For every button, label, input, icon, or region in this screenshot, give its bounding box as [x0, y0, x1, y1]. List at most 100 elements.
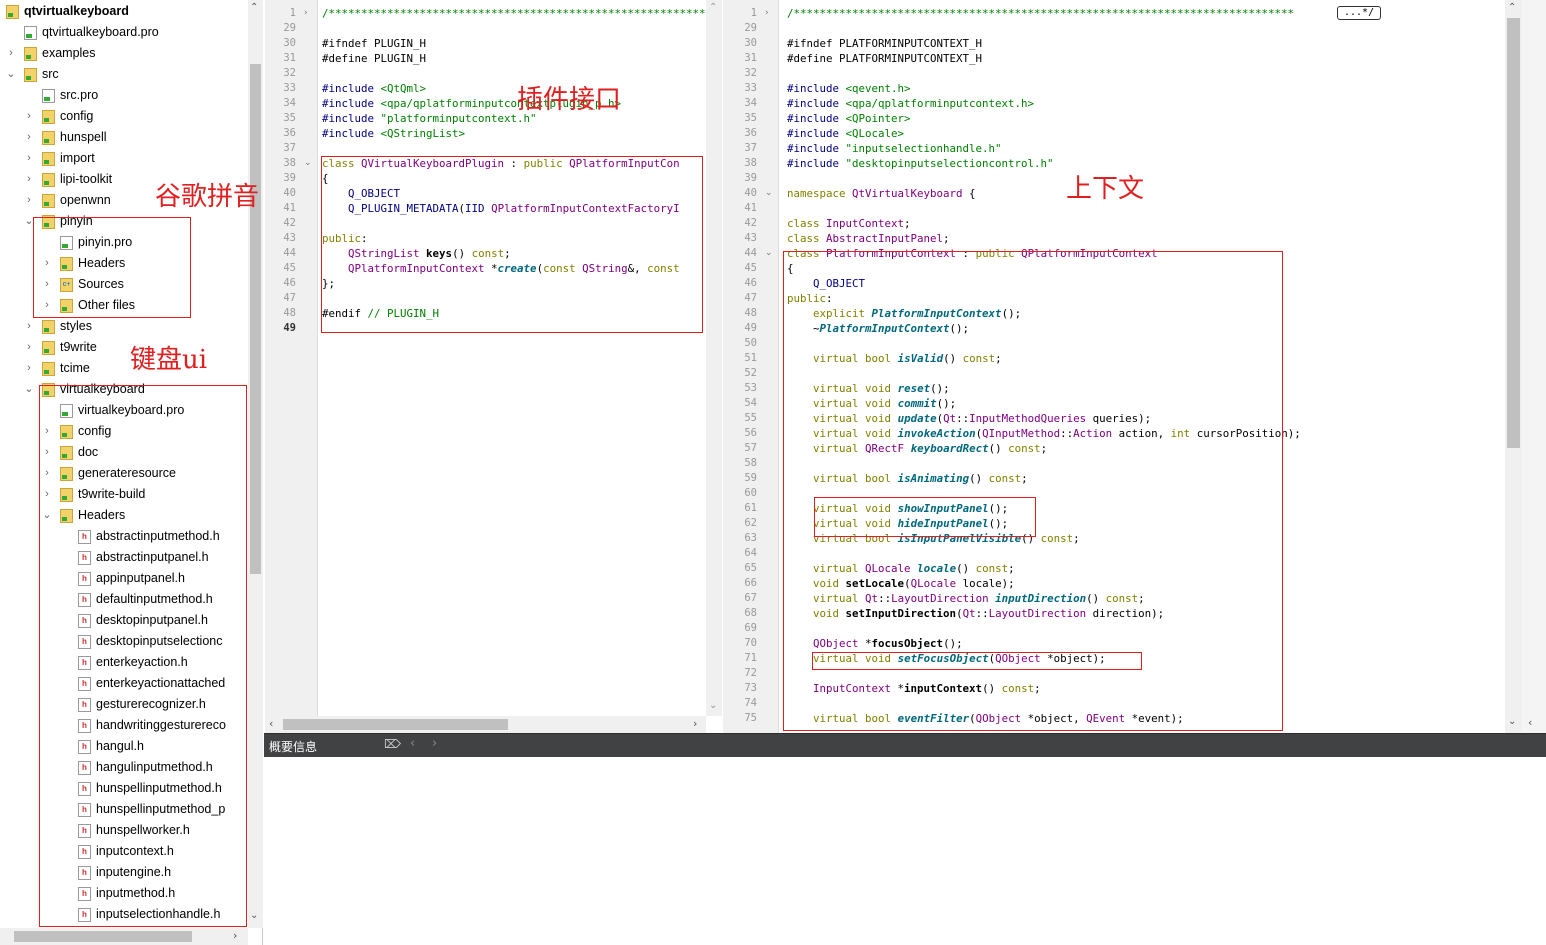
tree-item-label: tcime: [60, 361, 90, 375]
chevron-right-icon[interactable]: ›: [23, 127, 35, 148]
line-number: 68: [744, 607, 757, 619]
output-panel-toolbar: 概要信息 ⌦ ‹ ›: [264, 733, 1546, 757]
line-number: 31: [283, 52, 296, 64]
editor2-scroll-thumb[interactable]: [1507, 18, 1520, 448]
scroll-up-icon[interactable]: ⌃: [1508, 2, 1516, 13]
code-line[interactable]: #define PLATFORMINPUTCONTEXT_H: [787, 51, 982, 66]
line-number: 33: [744, 82, 757, 94]
code-line[interactable]: #include <QLocale>: [787, 126, 904, 141]
line-number: 43: [744, 232, 757, 244]
code-line[interactable]: #ifndef PLATFORMINPUTCONTEXT_H: [787, 36, 982, 51]
scroll-down-icon[interactable]: ⌄: [1508, 716, 1516, 727]
code-line[interactable]: #include <QtQml>: [322, 81, 426, 96]
tree-item-label: t9write: [60, 340, 97, 354]
line-number: 75: [744, 712, 757, 724]
fold-expanded-icon[interactable]: ⌄: [765, 186, 773, 201]
tree-item[interactable]: qtvirtualkeyboard.pro: [0, 22, 248, 43]
tree-horizontal-scrollbar[interactable]: ›: [0, 928, 248, 945]
folded-comment-marker[interactable]: ...*/: [1337, 6, 1382, 20]
chevron-right-icon[interactable]: ›: [23, 148, 35, 169]
code-line[interactable]: #include <QStringList>: [322, 126, 465, 141]
tree-item[interactable]: › examples: [0, 43, 248, 64]
fold-expanded-icon[interactable]: ⌄: [304, 156, 312, 171]
editor2-vertical-scrollbar[interactable]: ⌃ ⌄: [1505, 0, 1522, 733]
chevron-down-icon[interactable]: ⌄: [5, 64, 17, 85]
chevron-down-icon[interactable]: ⌄: [23, 379, 35, 400]
code-line[interactable]: #include "platforminputcontext.h": [322, 111, 537, 126]
tree-item[interactable]: ⌄ src: [0, 64, 248, 85]
scroll-left-icon[interactable]: ‹: [1528, 716, 1532, 729]
editor1-horizontal-scrollbar[interactable]: ‹ ›: [265, 716, 706, 733]
code-line[interactable]: #ifndef PLUGIN_H: [322, 36, 426, 51]
tree-item[interactable]: › tcime: [0, 358, 248, 379]
code-line[interactable]: #include "desktopinputselectioncontrol.h…: [787, 156, 1054, 171]
annotation-context: 上下文: [1066, 174, 1145, 204]
code-line[interactable]: class InputContext;: [787, 216, 911, 231]
code-line[interactable]: #define PLUGIN_H: [322, 51, 426, 66]
chevron-right-icon[interactable]: ›: [23, 316, 35, 337]
output-panel-title[interactable]: 概要信息: [269, 738, 317, 755]
code-line[interactable]: #include <QPointer>: [787, 111, 911, 126]
chevron-right-icon[interactable]: ›: [23, 106, 35, 127]
scroll-right-icon[interactable]: ›: [693, 717, 697, 730]
line-number: 44: [744, 247, 757, 259]
tree-scroll-thumb[interactable]: [250, 64, 261, 574]
editor-plugin-h[interactable]: 1 › /*************************************…: [265, 0, 706, 733]
scroll-up-icon[interactable]: ⌃: [709, 2, 717, 13]
tree-item[interactable]: › styles: [0, 316, 248, 337]
chevron-right-icon[interactable]: ›: [5, 43, 17, 64]
tree-item[interactable]: qtvirtualkeyboard: [0, 1, 248, 22]
line-number: 39: [744, 172, 757, 184]
editor1-vertical-scrollbar[interactable]: ⌃ ⌄: [706, 0, 722, 716]
right-side-strip: ‹: [1522, 0, 1546, 733]
prev-icon[interactable]: ‹: [410, 736, 415, 751]
clear-icon[interactable]: ⌦: [384, 737, 401, 751]
scroll-down-icon[interactable]: ⌄: [709, 700, 717, 711]
tree-vertical-scrollbar[interactable]: ⌃ ⌄: [248, 0, 263, 928]
folder-icon: [42, 152, 55, 166]
chevron-right-icon[interactable]: ›: [23, 337, 35, 358]
scroll-left-icon[interactable]: ‹: [269, 717, 273, 730]
tree-item[interactable]: › t9write: [0, 337, 248, 358]
code-line[interactable]: /***************************************…: [322, 6, 706, 21]
tree-hscroll-thumb[interactable]: [14, 931, 192, 942]
line-number: 34: [283, 97, 296, 109]
fold-expanded-icon[interactable]: ⌄: [765, 246, 773, 261]
code-line[interactable]: #include "inputselectionhandle.h": [787, 141, 1002, 156]
fold-collapsed-icon[interactable]: ›: [304, 6, 308, 21]
line-number: 41: [283, 202, 296, 214]
line-number: 41: [744, 202, 757, 214]
editor1-hscroll-thumb[interactable]: [283, 719, 508, 730]
line-number: 45: [283, 262, 296, 274]
line-number: 59: [744, 472, 757, 484]
line-number: 48: [283, 307, 296, 319]
line-number: 70: [744, 637, 757, 649]
line-number: 47: [283, 292, 296, 304]
folder-icon: [42, 131, 55, 145]
folder-icon: [24, 47, 37, 61]
code-line[interactable]: #include <qpa/qplatforminputcontext.h>: [787, 96, 1034, 111]
fold-collapsed-icon[interactable]: ›: [765, 6, 769, 21]
tree-item[interactable]: › import: [0, 148, 248, 169]
line-number: 56: [744, 427, 757, 439]
tree-item[interactable]: › config: [0, 106, 248, 127]
project-icon: [6, 5, 19, 19]
line-number: 49: [744, 322, 757, 334]
tree-item[interactable]: › hunspell: [0, 127, 248, 148]
line-number: 61: [744, 502, 757, 514]
folder-icon: [42, 194, 55, 208]
chevron-right-icon[interactable]: ›: [23, 169, 35, 190]
chevron-right-icon[interactable]: ›: [23, 358, 35, 379]
code-line[interactable]: #include <qevent.h>: [787, 81, 911, 96]
scroll-down-icon[interactable]: ⌄: [250, 910, 258, 921]
scroll-right-icon[interactable]: ›: [233, 929, 237, 942]
output-panel-content[interactable]: [264, 757, 1546, 945]
chevron-right-icon[interactable]: ›: [23, 190, 35, 211]
line-number: 39: [283, 172, 296, 184]
tree-item[interactable]: src.pro: [0, 85, 248, 106]
next-icon[interactable]: ›: [432, 736, 437, 751]
code-line[interactable]: /***************************************…: [787, 6, 1332, 21]
code-line[interactable]: class AbstractInputPanel;: [787, 231, 950, 246]
code-line[interactable]: namespace QtVirtualKeyboard {: [787, 186, 976, 201]
scroll-up-icon[interactable]: ⌃: [250, 2, 258, 13]
